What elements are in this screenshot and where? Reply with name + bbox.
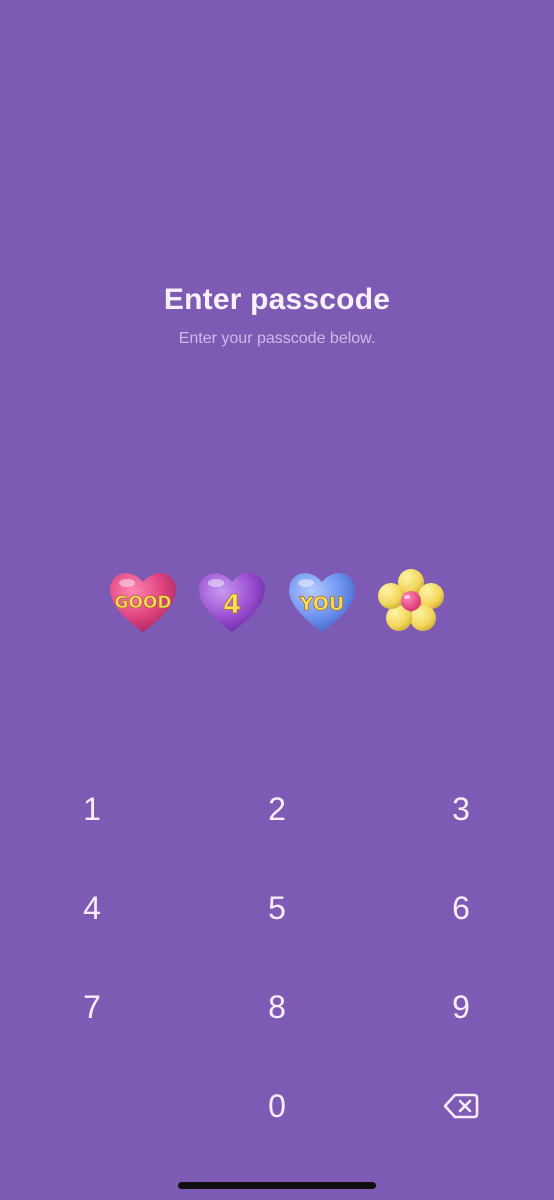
page-title: Enter passcode [163,283,391,316]
key-1[interactable]: 1 [32,764,152,854]
pink-heart-icon: GOOD [110,573,176,632]
key-0[interactable]: 0 [217,1061,337,1151]
passcode-indicator: GOOD 4 YOU [105,566,449,636]
key-2[interactable]: 2 [217,764,337,854]
key-4[interactable]: 4 [32,863,152,953]
backspace-button[interactable] [401,1061,521,1151]
key-5[interactable]: 5 [217,863,337,953]
home-indicator[interactable] [178,1182,376,1189]
sticker-label: YOU [298,593,344,615]
passcode-slot-4 [373,566,449,636]
key-9[interactable]: 9 [401,962,521,1052]
backspace-icon [443,1093,479,1119]
key-6[interactable]: 6 [401,863,521,953]
yellow-flower-icon [377,569,444,631]
key-7[interactable]: 7 [32,962,152,1052]
purple-heart-icon: 4 [199,573,266,632]
passcode-slot-2: 4 [194,566,270,636]
blue-heart-icon: YOU [288,573,355,632]
passcode-slot-1: GOOD [105,566,181,636]
sticker-label: 4 [223,590,241,620]
key-3[interactable]: 3 [401,764,521,854]
header: Enter passcode Enter your passcode below… [0,278,554,350]
key-8[interactable]: 8 [217,962,337,1052]
page-subtitle: Enter your passcode below. [178,330,376,347]
sticker-label: GOOD [115,593,172,613]
passcode-slot-3: YOU [284,566,360,636]
